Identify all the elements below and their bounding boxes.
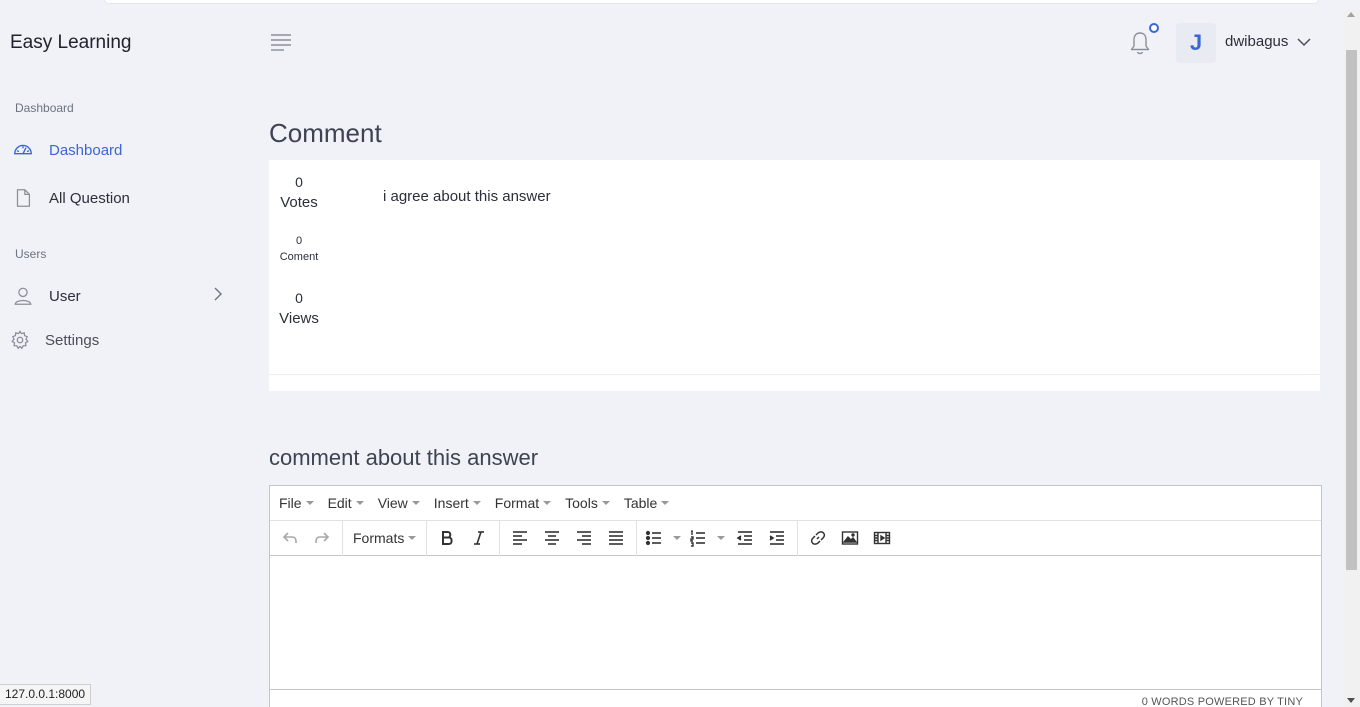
- section-label-dashboard: Dashboard: [15, 101, 74, 115]
- indent-icon: [769, 531, 785, 545]
- chevron-right-icon: [214, 287, 222, 301]
- caret-down-icon: [305, 501, 314, 505]
- indent-button[interactable]: [761, 524, 793, 552]
- sidebar-item-label: Dashboard: [49, 141, 123, 159]
- scrollbar-thumb[interactable]: [1346, 50, 1357, 570]
- caret-down-icon: [601, 501, 610, 505]
- menu-tools[interactable]: Tools: [565, 495, 610, 511]
- page-title: Comment: [269, 118, 382, 148]
- media-icon: [874, 531, 891, 545]
- caret-down-icon: [717, 536, 726, 540]
- align-right-icon: [577, 531, 592, 545]
- comment-text: i agree about this answer: [383, 188, 551, 205]
- notification-dot: [1149, 23, 1159, 33]
- insert-image-button[interactable]: [834, 524, 866, 552]
- comment-label: Coment: [279, 251, 319, 263]
- caret-down-icon: [661, 501, 670, 505]
- views-label: Views: [279, 310, 319, 327]
- numbered-list-button[interactable]: [685, 524, 729, 552]
- sidebar-item-user[interactable]: User: [12, 282, 232, 310]
- votes-stat: 0 Votes: [269, 174, 329, 211]
- gauge-icon: [14, 144, 32, 155]
- menu-view[interactable]: View: [378, 495, 420, 511]
- italic-icon: [474, 531, 485, 545]
- menu-table[interactable]: Table: [624, 495, 670, 511]
- user-icon: [14, 287, 32, 305]
- numbered-list-icon: [690, 529, 706, 547]
- sidebar-item-dashboard[interactable]: Dashboard: [12, 136, 122, 164]
- insert-link-button[interactable]: [802, 524, 834, 552]
- align-center-button[interactable]: [536, 524, 568, 552]
- comment-card: 0 Votes 0 Coment 0 Views i agree about t…: [269, 160, 1320, 391]
- align-center-icon: [545, 531, 560, 545]
- comment-count: 0: [295, 235, 303, 247]
- file-icon: [16, 189, 31, 207]
- align-justify-button[interactable]: [600, 524, 632, 552]
- align-left-button[interactable]: [504, 524, 536, 552]
- align-justify-icon: [609, 531, 624, 545]
- italic-button[interactable]: [463, 524, 495, 552]
- sidebar-item-label: All Question: [49, 189, 130, 207]
- scroll-down-arrow-icon[interactable]: [1347, 698, 1355, 703]
- menu-edit[interactable]: Edit: [328, 495, 364, 511]
- views-count: 0: [295, 290, 303, 306]
- sidebar-item-label: Settings: [45, 331, 100, 349]
- views-stat: 0 Views: [269, 290, 329, 327]
- caret-down-icon: [472, 501, 481, 505]
- editor-content-area[interactable]: [270, 556, 1321, 689]
- word-count-label: 0 WORDS POWERED BY TINY: [1141, 696, 1303, 707]
- notification-bell-icon[interactable]: [1128, 30, 1152, 56]
- image-icon: [842, 531, 859, 545]
- bullet-list-button[interactable]: [641, 524, 685, 552]
- caret-down-icon: [543, 501, 552, 505]
- browser-status-url: 127.0.0.1:8000: [0, 684, 92, 705]
- undo-icon: [282, 532, 297, 543]
- undo-button[interactable]: [274, 524, 306, 552]
- editor-statusbar: 0 WORDS POWERED BY TINY: [270, 689, 1321, 707]
- formats-dropdown[interactable]: Formats: [347, 530, 422, 546]
- outdent-button[interactable]: [729, 524, 761, 552]
- gear-icon: [11, 330, 29, 350]
- sidebar-item-settings[interactable]: Settings: [9, 326, 99, 354]
- comment-form-title: comment about this answer: [269, 445, 539, 470]
- sidebar-item-label: User: [49, 287, 81, 305]
- votes-label: Votes: [280, 194, 318, 211]
- scroll-up-arrow-icon[interactable]: [1347, 12, 1355, 17]
- chevron-down-icon[interactable]: [1296, 35, 1312, 49]
- menu-insert[interactable]: Insert: [434, 495, 481, 511]
- brand-logo[interactable]: Easy Learning: [10, 32, 131, 54]
- outdent-icon: [736, 531, 753, 545]
- avatar[interactable]: J: [1176, 23, 1216, 63]
- section-label-users: Users: [15, 247, 47, 261]
- page-scrollbar[interactable]: [1343, 10, 1360, 707]
- sidebar-item-all-question[interactable]: All Question: [12, 184, 130, 212]
- bold-icon: [442, 531, 453, 545]
- align-right-button[interactable]: [568, 524, 600, 552]
- editor-toolbar: Formats: [270, 520, 1321, 556]
- votes-count: 0: [295, 174, 303, 190]
- insert-media-button[interactable]: [866, 524, 898, 552]
- link-icon: [811, 531, 826, 545]
- sidebar: Easy Learning Dashboard Dashboard All Qu…: [0, 10, 248, 707]
- caret-down-icon: [411, 501, 420, 505]
- rich-text-editor: File Edit View Insert Format Tools Table…: [269, 485, 1322, 707]
- caret-down-icon: [355, 501, 364, 505]
- redo-button[interactable]: [306, 524, 338, 552]
- align-left-icon: [513, 531, 528, 545]
- bold-button[interactable]: [431, 524, 463, 552]
- menu-format[interactable]: Format: [495, 495, 552, 511]
- redo-icon: [315, 532, 330, 543]
- bullet-list-icon: [646, 530, 662, 546]
- browser-address-bar-edge: [0, 0, 1360, 10]
- card-divider: [269, 374, 1320, 375]
- menu-toggle-icon[interactable]: [270, 32, 292, 52]
- username-label[interactable]: dwibagus: [1225, 33, 1288, 50]
- caret-down-icon: [673, 536, 682, 540]
- comment-stat: 0 Coment: [269, 235, 329, 263]
- editor-menubar: File Edit View Insert Format Tools Table: [270, 486, 1321, 521]
- menu-file[interactable]: File: [279, 495, 314, 511]
- caret-down-icon: [408, 536, 417, 540]
